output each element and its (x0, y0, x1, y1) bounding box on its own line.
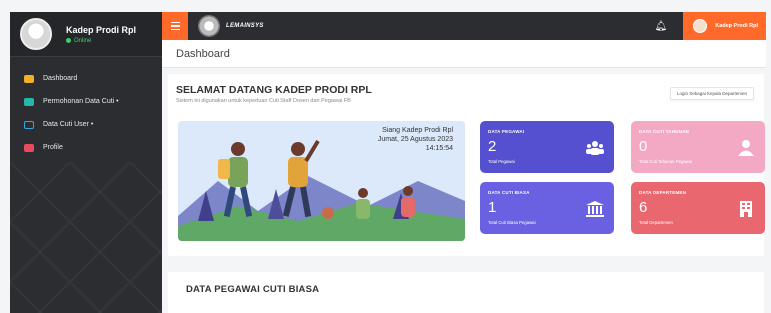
users-icon (586, 141, 604, 155)
page-title: Dashboard (176, 47, 230, 60)
sidebar-user-name: Kadep Prodi Rpl (66, 24, 137, 35)
sidebar-background-pattern (10, 162, 162, 313)
stat-title: DATA CUTI TAHUNAN (639, 129, 689, 134)
section-title: DATA PEGAWAI CUTI BIASA (186, 284, 320, 295)
greeting-text: Siang Kadep Prodi Rpl (382, 127, 453, 134)
menu-toggle-button[interactable] (162, 12, 188, 40)
avatar (693, 19, 708, 33)
stat-title: DATA PEGAWAI (488, 129, 525, 134)
welcome-illustration: Siang Kadep Prodi Rpl Jumat, 25 Agustus … (178, 121, 465, 241)
sidebar-item-dashboard[interactable]: Dashboard (10, 67, 162, 90)
folder-icon (24, 120, 34, 129)
stat-card-cuti-tahunan[interactable]: DATA CUTI TAHUNAN 0 Total Cuti Tahunan P… (631, 121, 765, 173)
bank-icon (586, 201, 604, 217)
page-header: Dashboard (162, 40, 766, 68)
stat-value: 6 (639, 199, 648, 216)
topbar-user-name: Kadep Prodi Rpl (715, 23, 758, 29)
sidebar-item-data-cuti[interactable]: Data Cuti User • (10, 113, 162, 136)
sidebar-item-label: Data Cuti User • (43, 121, 94, 128)
app-brand: LEMAINSYS (226, 23, 264, 29)
stat-label: Total Pegawai (488, 159, 515, 164)
stat-title: DATA DEPARTEMEN (639, 190, 687, 195)
greeting-block: Siang Kadep Prodi Rpl Jumat, 25 Agustus … (378, 126, 453, 153)
sidebar-item-label: Dashboard (43, 75, 78, 82)
stat-value: 1 (488, 199, 497, 216)
cuti-biasa-section: DATA PEGAWAI CUTI BIASA (168, 272, 764, 313)
stat-label: Total Cuti Biasa Pegawai (488, 220, 536, 225)
user-panel: Kadep Prodi Rpl Online (10, 12, 162, 57)
greeting-time: 14:15:54 (425, 145, 453, 152)
sidebar: Kadep Prodi Rpl Online Dashboard Permoho… (10, 12, 162, 313)
university-logo (198, 15, 220, 37)
user-menu-button[interactable]: Kadep Prodi Rpl (683, 12, 766, 40)
stat-title: DATA CUTI BIASA (488, 190, 530, 195)
stat-value: 2 (488, 138, 497, 155)
profile-icon (24, 143, 34, 152)
building-icon (740, 201, 752, 217)
sidebar-menu: Dashboard Permohonan Data Cuti • Data Cu… (10, 67, 162, 159)
role-button[interactable]: Login Sebagai Kepala Departemen (669, 87, 754, 100)
stat-label: Total Cuti Tahunan Pegawai (639, 159, 693, 164)
sidebar-item-permohonan[interactable]: Permohonan Data Cuti • (10, 90, 162, 113)
stat-value: 0 (639, 138, 648, 155)
bell-icon[interactable]: 🔔︎ (655, 21, 668, 32)
top-navbar: LEMAINSYS 🔔︎ Kadep Prodi Rpl (162, 12, 766, 40)
online-dot-icon (66, 38, 71, 43)
welcome-subtitle: Sistem ini digunakan untuk keperluan Cut… (176, 98, 351, 104)
sidebar-item-label: Permohonan Data Cuti • (43, 98, 119, 105)
stat-card-departemen[interactable]: DATA DEPARTEMEN 6 Total Departemen (631, 182, 765, 234)
dashboard-icon (24, 74, 34, 83)
welcome-title: SELAMAT DATANG KADEP PRODI RPL (176, 84, 372, 96)
inbox-icon (24, 97, 34, 106)
stat-card-cuti-biasa[interactable]: DATA CUTI BIASA 1 Total Cuti Biasa Pegaw… (480, 182, 614, 234)
sidebar-item-label: Profile (43, 144, 63, 151)
sidebar-item-profile[interactable]: Profile (10, 136, 162, 159)
stat-label: Total Departemen (639, 220, 673, 225)
online-status: Online (66, 38, 136, 44)
greeting-date: Jumat, 25 Agustus 2023 (377, 136, 453, 143)
avatar (20, 18, 52, 50)
user-icon (738, 140, 754, 156)
stat-card-pegawai[interactable]: DATA PEGAWAI 2 Total Pegawai (480, 121, 614, 173)
